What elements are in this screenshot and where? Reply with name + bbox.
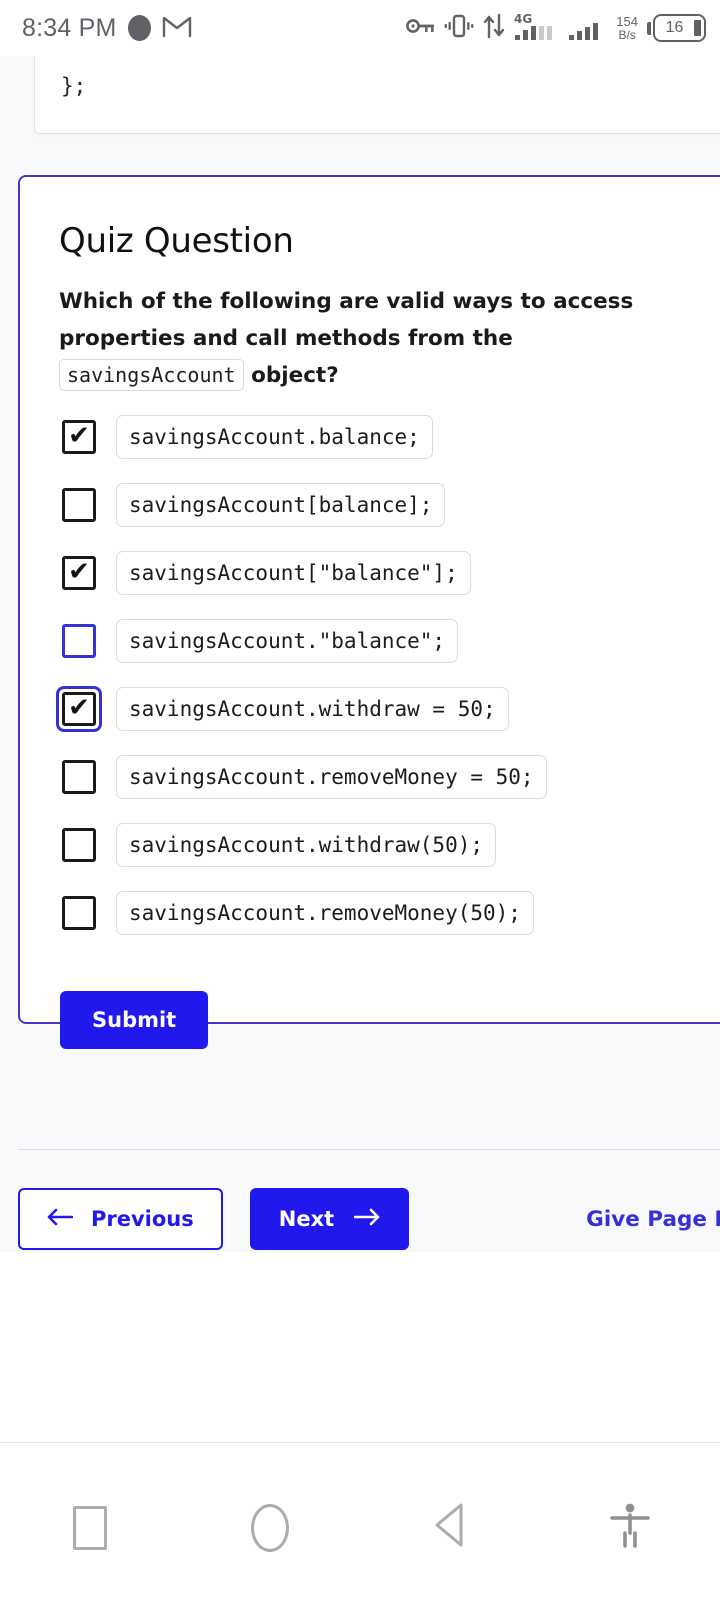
previous-button-label: Previous	[91, 1207, 194, 1231]
home-button[interactable]	[180, 1443, 360, 1612]
option-label[interactable]: savingsAccount.removeMoney(50);	[116, 890, 534, 935]
data-transfer-icon	[482, 13, 506, 44]
battery-body: 16	[653, 14, 706, 42]
network-speed-indicator: 154 B/s	[616, 14, 638, 42]
record-dot-icon	[127, 15, 151, 41]
signal-4g-icon: 4G	[514, 11, 560, 46]
checkbox-wrapper[interactable]: ✔	[59, 893, 99, 933]
next-button-label: Next	[278, 1207, 335, 1231]
option-label[interactable]: savingsAccount.balance;	[116, 414, 433, 459]
status-bar-right: 4G 154 B/s 16	[406, 11, 706, 46]
back-triangle-icon	[429, 1501, 471, 1554]
checkbox-wrapper[interactable]: ✔	[59, 825, 99, 865]
vpn-key-icon	[406, 16, 436, 41]
gmail-icon	[162, 14, 192, 43]
checkbox-wrapper[interactable]: ✔	[59, 553, 99, 593]
arrow-left-icon	[47, 1207, 74, 1231]
check-icon: ✔	[68, 692, 90, 723]
checkbox-wrapper[interactable]: ✔	[59, 689, 99, 729]
code-line-last: };	[61, 74, 87, 98]
accessibility-person-icon	[608, 1501, 652, 1554]
option-checkbox[interactable]: ✔	[62, 487, 96, 522]
option-checkbox[interactable]: ✔	[62, 419, 96, 454]
svg-text:4G: 4G	[514, 12, 532, 26]
quiz-prompt-part2: object?	[251, 362, 339, 388]
checkbox-wrapper[interactable]: ✔	[59, 757, 99, 797]
previous-button[interactable]: Previous	[18, 1188, 223, 1250]
option-label[interactable]: savingsAccount["balance"];	[116, 550, 471, 595]
network-speed-unit: B/s	[618, 27, 636, 42]
page-navigation: Previous Next Give Page Feedback	[18, 1188, 720, 1250]
footer-divider	[18, 1149, 720, 1150]
option-checkbox[interactable]: ✔	[62, 623, 96, 658]
battery-tip	[647, 21, 651, 35]
option-checkbox[interactable]: ✔	[62, 759, 96, 794]
home-circle-icon	[251, 1503, 289, 1552]
option-label[interactable]: savingsAccount[balance];	[116, 482, 446, 527]
option-label[interactable]: savingsAccount.withdraw = 50;	[116, 686, 509, 731]
checkbox-wrapper[interactable]: ✔	[59, 485, 99, 525]
option-checkbox[interactable]: ✔	[62, 827, 96, 862]
quiz-prompt-part1: Which of the following are valid ways to…	[59, 289, 634, 351]
give-page-feedback-link[interactable]: Give Page Feedback	[586, 1207, 720, 1232]
option-checkbox[interactable]: ✔	[62, 895, 96, 930]
check-icon: ✔	[68, 420, 90, 451]
quiz-option-row[interactable]: ✔ savingsAccount["balance"];	[59, 547, 720, 599]
battery-indicator: 16	[647, 14, 706, 42]
quiz-option-row[interactable]: ✔ savingsAccount.removeMoney = 50;	[59, 751, 720, 803]
android-system-nav-bar	[0, 1442, 720, 1612]
status-bar: 8:34 PM 4G 154 B/s 16	[0, 0, 720, 56]
quiz-option-row[interactable]: ✔ savingsAccount.withdraw = 50;	[59, 683, 720, 735]
code-block-snippet: };	[34, 56, 720, 134]
network-speed-value: 154	[616, 14, 638, 30]
signal-bars-icon	[568, 11, 608, 46]
next-button[interactable]: Next	[249, 1188, 410, 1250]
submit-button[interactable]: Submit	[60, 990, 209, 1049]
page-title: Quiz Question	[59, 221, 294, 261]
checkbox-wrapper[interactable]: ✔	[59, 417, 99, 457]
quiz-option-row[interactable]: ✔ savingsAccount.balance;	[59, 411, 720, 463]
quiz-prompt: Which of the following are valid ways to…	[59, 284, 684, 395]
option-label[interactable]: savingsAccount.removeMoney = 50;	[116, 754, 547, 799]
quiz-prompt-code-chip: savingsAccount	[59, 358, 244, 391]
arrow-right-icon	[353, 1207, 380, 1231]
quiz-option-row[interactable]: ✔ savingsAccount.withdraw(50);	[59, 819, 720, 871]
status-bar-left: 8:34 PM	[22, 14, 192, 43]
status-clock: 8:34 PM	[22, 13, 117, 42]
option-checkbox[interactable]: ✔	[62, 691, 96, 726]
accessibility-button[interactable]	[540, 1443, 720, 1612]
quiz-option-row[interactable]: ✔ savingsAccount."balance";	[59, 615, 720, 667]
quiz-options-list: ✔ savingsAccount.balance; ✔ savingsAccou…	[59, 411, 720, 939]
quiz-option-row[interactable]: ✔ savingsAccount.removeMoney(50);	[59, 887, 720, 939]
option-label[interactable]: savingsAccount.withdraw(50);	[116, 822, 497, 867]
quiz-option-row[interactable]: ✔ savingsAccount[balance];	[59, 479, 720, 531]
recents-square-icon	[73, 1505, 107, 1550]
option-label[interactable]: savingsAccount."balance";	[116, 618, 459, 663]
check-icon: ✔	[68, 556, 90, 587]
webview-content: }; Quiz Question Which of the following …	[0, 56, 720, 1442]
checkbox-wrapper[interactable]: ✔	[59, 621, 99, 661]
battery-level-text: 16	[665, 19, 684, 36]
back-button[interactable]	[360, 1443, 540, 1612]
page-bottom-whitespace	[0, 1252, 720, 1442]
quiz-card: Quiz Question Which of the following are…	[18, 175, 720, 1049]
option-checkbox[interactable]: ✔	[62, 555, 96, 590]
recents-button[interactable]	[0, 1443, 180, 1612]
vibrate-icon	[444, 13, 474, 44]
